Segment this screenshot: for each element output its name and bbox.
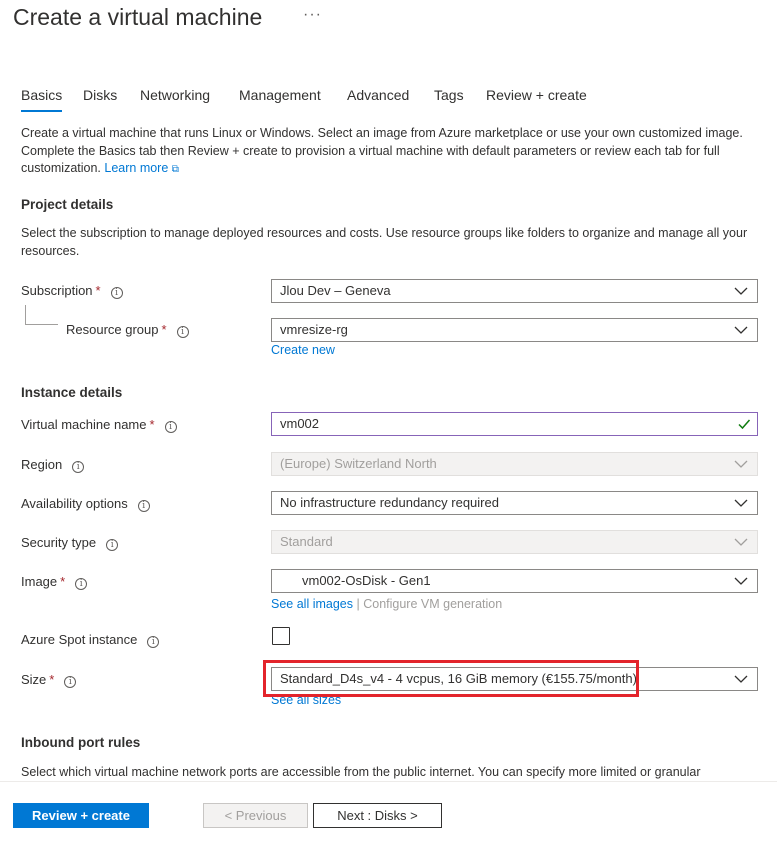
image-links: See all images | Configure VM generation	[271, 597, 502, 611]
vm-name-label: Virtual machine name * i	[21, 417, 177, 433]
info-icon[interactable]: i	[164, 421, 177, 433]
previous-button: < Previous	[203, 803, 308, 828]
info-icon[interactable]: i	[110, 287, 123, 299]
required-marker: *	[60, 574, 66, 589]
security-type-dropdown: Standard	[271, 530, 758, 554]
footer-divider	[0, 781, 777, 782]
tab-management[interactable]: Management	[239, 87, 321, 103]
tab-tags[interactable]: Tags	[434, 87, 464, 103]
security-type-label: Security type i	[21, 535, 119, 551]
tab-disks[interactable]: Disks	[83, 87, 117, 103]
external-link-icon: ⧉	[171, 164, 179, 175]
see-all-images-link[interactable]: See all images	[271, 597, 353, 611]
project-details-description: Select the subscription to manage deploy…	[21, 226, 748, 258]
tab-review-create[interactable]: Review + create	[486, 87, 587, 103]
region-dropdown: (Europe) Switzerland North	[271, 452, 758, 476]
see-all-sizes-link[interactable]: See all sizes	[271, 693, 341, 707]
azure-spot-label: Azure Spot instance i	[21, 632, 160, 648]
chevron-down-icon	[734, 326, 748, 334]
tree-connector	[25, 324, 58, 325]
chevron-down-icon	[734, 287, 748, 295]
next-disks-button[interactable]: Next : Disks >	[313, 803, 442, 828]
chevron-down-icon	[734, 460, 748, 468]
create-new-link[interactable]: Create new	[271, 343, 335, 357]
configure-vm-generation-link: Configure VM generation	[363, 597, 503, 611]
resource-group-label: Resource group * i	[66, 322, 189, 338]
info-icon[interactable]: i	[64, 676, 77, 688]
info-icon[interactable]: i	[106, 539, 119, 551]
info-icon[interactable]: i	[137, 500, 150, 512]
learn-more-link[interactable]: Learn more ⧉	[104, 161, 179, 175]
availability-options-dropdown[interactable]: No infrastructure redundancy required	[271, 491, 758, 515]
page-title: Create a virtual machine	[13, 4, 263, 30]
image-dropdown[interactable]: vm002-OsDisk - Gen1	[271, 569, 758, 593]
checkmark-icon	[738, 419, 751, 430]
chevron-down-icon	[734, 538, 748, 546]
subscription-dropdown[interactable]: Jlou Dev – Geneva	[271, 279, 758, 303]
size-label: Size * i	[21, 672, 77, 688]
azure-spot-checkbox[interactable]	[272, 627, 290, 645]
tree-connector	[25, 305, 26, 325]
info-icon[interactable]: i	[176, 326, 189, 338]
required-marker: *	[95, 283, 101, 298]
chevron-down-icon	[734, 577, 748, 585]
chevron-down-icon	[734, 675, 748, 683]
size-dropdown[interactable]: Standard_D4s_v4 - 4 vcpus, 16 GiB memory…	[271, 667, 758, 691]
project-details-heading: Project details	[21, 197, 114, 212]
image-label: Image * i	[21, 574, 88, 590]
required-marker: *	[161, 322, 167, 337]
inbound-port-rules-description: Select which virtual machine network por…	[21, 765, 701, 779]
resource-group-dropdown[interactable]: vmresize-rg	[271, 318, 758, 342]
tab-networking[interactable]: Networking	[140, 87, 210, 103]
intro-text: Create a virtual machine that runs Linux…	[21, 126, 743, 175]
info-icon[interactable]: i	[72, 461, 85, 473]
required-marker: *	[149, 417, 155, 432]
availability-options-label: Availability options i	[21, 496, 150, 512]
link-separator: |	[356, 597, 360, 611]
chevron-down-icon	[734, 499, 748, 507]
tab-basics[interactable]: Basics	[21, 87, 63, 112]
vm-name-input[interactable]: vm002	[271, 412, 758, 436]
more-options-icon[interactable]: ···	[303, 6, 322, 24]
info-icon[interactable]: i	[147, 636, 160, 648]
info-icon[interactable]: i	[75, 578, 88, 590]
region-label: Region i	[21, 457, 85, 473]
required-marker: *	[49, 672, 55, 687]
subscription-label: Subscription * i	[21, 283, 123, 299]
inbound-port-rules-heading: Inbound port rules	[21, 735, 141, 750]
review-create-button[interactable]: Review + create	[13, 803, 149, 828]
tab-advanced[interactable]: Advanced	[347, 87, 409, 103]
instance-details-heading: Instance details	[21, 385, 123, 400]
